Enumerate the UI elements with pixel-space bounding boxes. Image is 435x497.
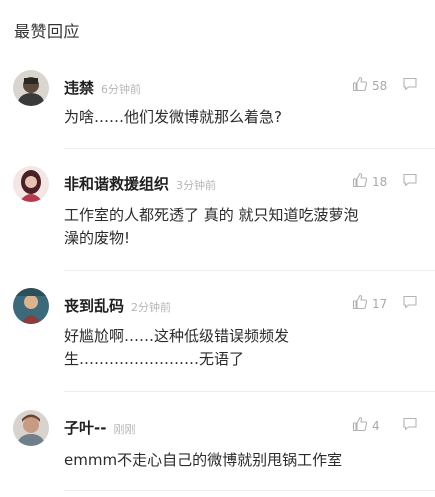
divider: [64, 270, 435, 271]
comment-text-line: emmm不走心自己的微博就别甩锅工作室: [64, 451, 343, 469]
thumbs-up-icon: [352, 416, 368, 436]
comment-text: 好尴尬啊……这种低级错误频频发 生……………………无语了: [64, 325, 424, 371]
like-button[interactable]: 4: [352, 416, 388, 436]
comment-meta: 违禁 6分钟前: [64, 77, 141, 99]
divider: [64, 148, 435, 149]
comment-actions: 58: [352, 76, 418, 96]
avatar[interactable]: [13, 166, 49, 202]
thumbs-up-icon: [352, 172, 368, 192]
like-button[interactable]: 18: [352, 172, 388, 192]
like-button[interactable]: 58: [352, 76, 388, 96]
comment-meta: 丧到乱码 2分钟前: [64, 295, 171, 317]
timestamp: 3分钟前: [176, 179, 217, 192]
comment-text: 为啥……他们发微博就那么着急?: [64, 106, 424, 129]
comment-actions: 17: [352, 294, 418, 314]
timestamp: 2分钟前: [131, 301, 172, 314]
comment-actions: 4: [352, 416, 418, 436]
comment-text: emmm不走心自己的微博就别甩锅工作室: [64, 449, 424, 472]
like-button[interactable]: 17: [352, 294, 388, 314]
comment-bubble-icon: [402, 76, 418, 96]
comment-text: 工作室的人都死透了 真的 就只知道吃菠萝泡 澡的废物!: [64, 204, 424, 250]
reply-button[interactable]: [402, 416, 418, 436]
comment-text-line: 为啥……他们发微博就那么着急?: [64, 108, 282, 126]
reply-button[interactable]: [402, 172, 418, 192]
username[interactable]: 丧到乱码: [64, 295, 124, 316]
comment-meta: 子叶-- 刚刚: [64, 417, 135, 439]
timestamp: 刚刚: [113, 423, 136, 436]
comment-meta: 非和谐救援组织 3分钟前: [64, 173, 216, 195]
username[interactable]: 子叶--: [64, 417, 106, 438]
avatar[interactable]: [13, 70, 49, 106]
thumbs-up-icon: [352, 294, 368, 314]
like-count: 18: [372, 175, 388, 189]
avatar[interactable]: [13, 288, 49, 324]
like-count: 17: [372, 297, 388, 311]
like-count: 4: [372, 419, 380, 433]
reply-button[interactable]: [402, 294, 418, 314]
section-title: 最赞回应: [14, 22, 81, 41]
comment-text-line: 生……………………无语了: [64, 350, 245, 368]
avatar[interactable]: [13, 410, 49, 446]
divider: [64, 490, 435, 491]
username[interactable]: 非和谐救援组织: [64, 173, 169, 194]
divider: [64, 391, 435, 392]
thumbs-up-icon: [352, 76, 368, 96]
like-count: 58: [372, 79, 388, 93]
comment-text-line: 好尴尬啊……这种低级错误频频发: [64, 327, 290, 345]
username[interactable]: 违禁: [64, 77, 94, 98]
comment-actions: 18: [352, 172, 418, 192]
timestamp: 6分钟前: [101, 83, 142, 96]
comment-text-line: 工作室的人都死透了 真的 就只知道吃菠萝泡: [64, 206, 359, 224]
comment-bubble-icon: [402, 172, 418, 192]
comment-text-line: 澡的废物!: [64, 229, 131, 247]
comment-bubble-icon: [402, 416, 418, 436]
reply-button[interactable]: [402, 76, 418, 96]
comment-bubble-icon: [402, 294, 418, 314]
